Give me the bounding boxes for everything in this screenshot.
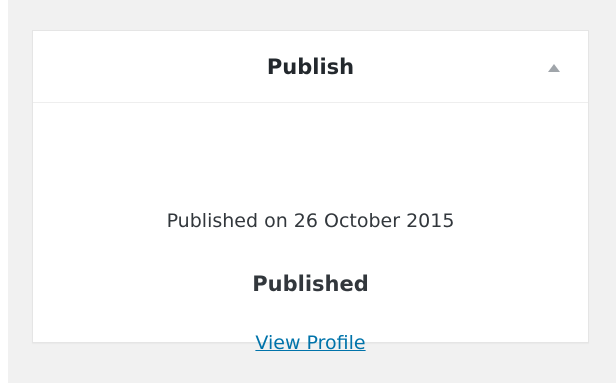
view-profile-wrapper: View Profile: [33, 332, 588, 354]
panel-toggle-button[interactable]: [544, 59, 564, 77]
left-gutter: [0, 0, 8, 383]
panel-header: Publish: [33, 31, 588, 103]
panel-title: Publish: [266, 55, 355, 79]
published-date: Published on 26 October 2015: [166, 210, 455, 232]
publish-status: Published: [252, 272, 369, 296]
view-profile-link[interactable]: View Profile: [255, 332, 365, 354]
caret-up-icon: [548, 64, 560, 72]
publish-panel: Publish Published on 26 October 2015 Pub…: [32, 30, 589, 354]
